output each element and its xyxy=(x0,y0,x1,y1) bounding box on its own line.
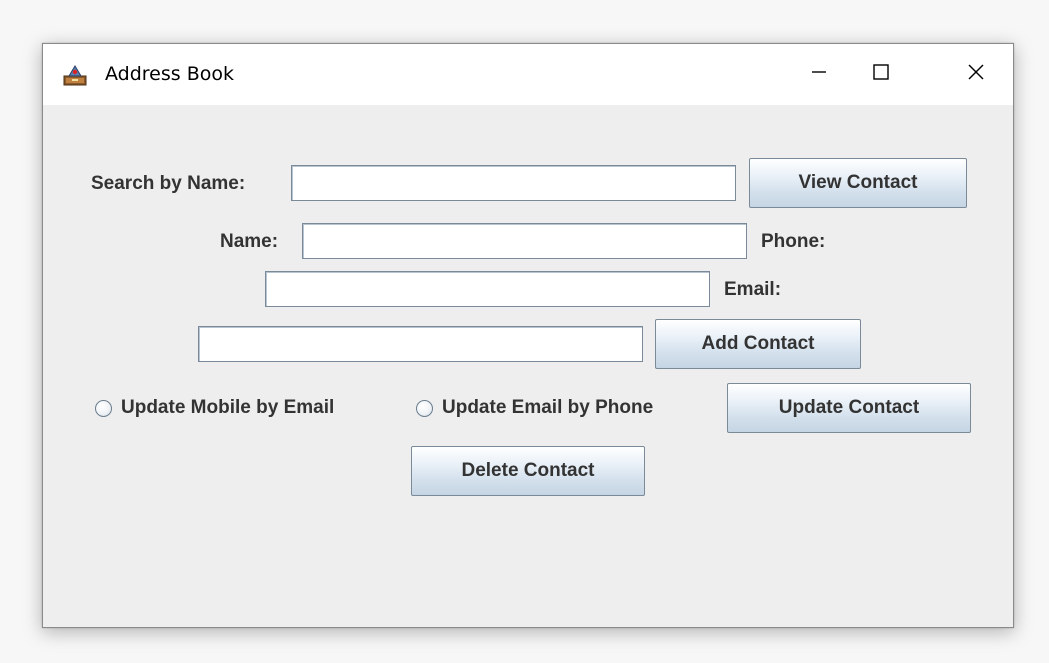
close-button[interactable] xyxy=(938,44,1013,105)
phone-label: Phone: xyxy=(761,231,826,252)
close-icon xyxy=(966,62,986,87)
window-title: Address Book xyxy=(105,63,234,85)
search-by-name-label: Search by Name: xyxy=(91,173,246,194)
phone-input[interactable] xyxy=(265,271,710,307)
add-contact-button[interactable]: Add Contact xyxy=(655,319,861,369)
radio-circle-icon[interactable] xyxy=(95,399,112,417)
radio-update-mobile-by-email-label: Update Mobile by Email xyxy=(121,397,335,418)
radio-update-mobile-by-email[interactable]: Update Mobile by Email xyxy=(95,393,334,423)
radio-circle-icon[interactable] xyxy=(416,399,433,417)
update-contact-button[interactable]: Update Contact xyxy=(727,383,971,433)
maximize-icon xyxy=(871,62,891,87)
name-label: Name: xyxy=(220,231,279,252)
radio-update-email-by-phone-label: Update Email by Phone xyxy=(442,397,654,418)
delete-contact-button[interactable]: Delete Contact xyxy=(411,446,645,496)
email-input[interactable] xyxy=(198,326,643,362)
search-name-input[interactable] xyxy=(291,165,736,201)
minimize-icon xyxy=(809,62,829,87)
minimize-button[interactable] xyxy=(788,44,850,105)
radio-update-email-by-phone[interactable]: Update Email by Phone xyxy=(416,393,653,423)
name-input[interactable] xyxy=(302,223,747,259)
email-label: Email: xyxy=(724,279,782,300)
java-app-icon xyxy=(63,63,87,87)
view-contact-button[interactable]: View Contact xyxy=(749,158,967,208)
title-bar[interactable]: Address Book xyxy=(43,44,1013,105)
address-book-window: Address Book Search by Name: View Contac… xyxy=(42,43,1014,628)
content-panel: Search by Name: View Contact Name: Phone… xyxy=(43,105,1013,627)
maximize-button[interactable] xyxy=(850,44,912,105)
